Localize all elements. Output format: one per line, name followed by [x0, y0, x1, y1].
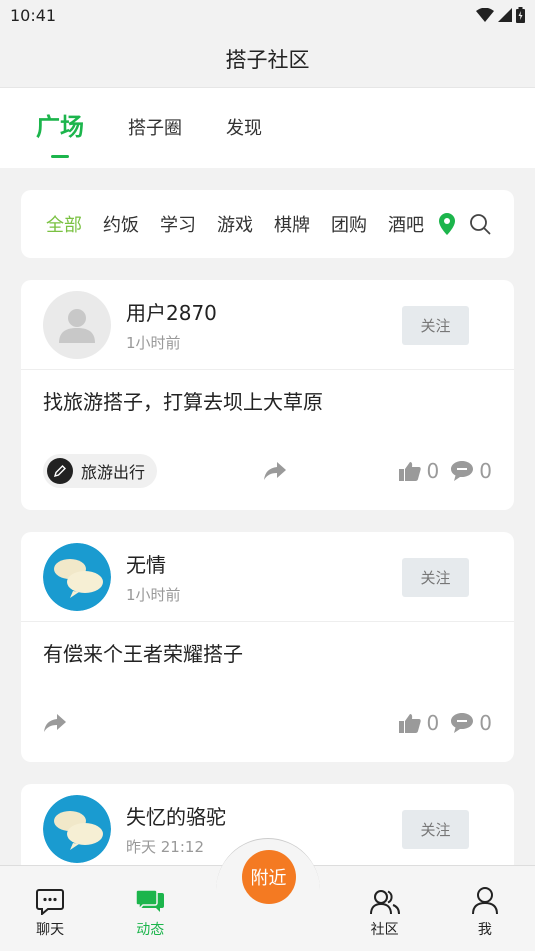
status-bar: 10:41 — [0, 0, 535, 30]
app-bar: 搭子社区 — [0, 30, 535, 88]
follow-button[interactable]: 关注 — [402, 306, 469, 345]
user-meta: 失忆的骆驼 昨天 21:12 — [126, 801, 226, 857]
post-tag[interactable]: 旅游出行 — [43, 454, 158, 488]
post-header: 无情 1小时前 关注 — [21, 532, 514, 622]
chat-icon — [36, 889, 65, 915]
comment-icon[interactable] — [451, 461, 474, 481]
category-study[interactable]: 学习 — [160, 211, 196, 237]
user-name[interactable]: 无情 — [126, 549, 181, 578]
chat-bubble-avatar-icon — [43, 542, 111, 611]
status-time: 10:41 — [10, 5, 57, 25]
post-tag-label: 旅游出行 — [81, 463, 146, 482]
post-header: 用户2870 1小时前 关注 — [21, 280, 514, 370]
like-count: 0 — [426, 711, 440, 735]
tab-partner-circle[interactable]: 搭子圈 — [128, 114, 182, 168]
nav-moments[interactable]: 动态 — [115, 889, 185, 939]
top-tabs: 广场 搭子圈 发现 — [0, 88, 535, 168]
profile-icon — [471, 887, 498, 915]
post-content: 找旅游搭子，打算去坝上大草原 — [43, 390, 323, 414]
bottom-nav: 聊天 动态 社区 我 附近 — [0, 838, 535, 951]
user-meta: 无情 1小时前 — [126, 549, 181, 605]
category-games[interactable]: 游戏 — [217, 211, 253, 237]
category-list: 全部 约饭 学习 游戏 棋牌 团购 酒吧 — [46, 211, 431, 237]
nav-chat-label: 聊天 — [36, 922, 65, 938]
like-icon[interactable] — [398, 713, 421, 733]
nav-community-label: 社区 — [370, 922, 399, 938]
like-icon[interactable] — [398, 461, 421, 481]
post-card[interactable]: 用户2870 1小时前 关注 找旅游搭子，打算去坝上大草原 旅游出行 0 0 — [21, 280, 514, 510]
post-stats: 0 0 — [398, 459, 492, 483]
avatar[interactable] — [43, 290, 111, 359]
user-name[interactable]: 失忆的骆驼 — [126, 801, 226, 830]
follow-button[interactable]: 关注 — [402, 558, 469, 597]
category-dining[interactable]: 约饭 — [103, 211, 139, 237]
nav-community[interactable]: 社区 — [350, 889, 420, 939]
status-icons — [476, 7, 525, 23]
page-title: 搭子社区 — [225, 47, 310, 72]
category-group-buy[interactable]: 团购 — [331, 211, 367, 237]
tab-square[interactable]: 广场 — [36, 107, 84, 168]
post-time: 1小时前 — [126, 585, 181, 604]
like-count: 0 — [426, 459, 440, 483]
nav-nearby[interactable]: 附近 — [215, 838, 320, 942]
category-all[interactable]: 全部 — [46, 211, 82, 237]
user-name[interactable]: 用户2870 — [126, 297, 217, 326]
tab-discover[interactable]: 发现 — [226, 114, 262, 168]
default-avatar-icon — [59, 308, 95, 343]
post-stats: 0 0 — [398, 711, 492, 735]
nav-profile-label: 我 — [477, 922, 492, 938]
post-footer: 0 0 — [21, 684, 514, 762]
comment-icon[interactable] — [451, 713, 474, 733]
pencil-icon — [47, 458, 73, 484]
community-icon — [369, 890, 400, 915]
user-meta: 用户2870 1小时前 — [126, 297, 217, 353]
post-footer: 旅游出行 0 0 — [21, 432, 514, 510]
comment-count: 0 — [479, 711, 492, 735]
nearby-button[interactable]: 附近 — [241, 850, 296, 904]
comment-count: 0 — [479, 459, 492, 483]
feed: 全部 约饭 学习 游戏 棋牌 团购 酒吧 用户2870 1小时前 关注 找旅游搭… — [0, 168, 535, 874]
nav-moments-label: 动态 — [136, 922, 165, 938]
nav-profile[interactable]: 我 — [450, 887, 520, 939]
moments-icon — [135, 889, 165, 912]
nav-chat[interactable]: 聊天 — [15, 889, 85, 939]
filter-actions — [439, 213, 491, 235]
avatar[interactable] — [43, 794, 111, 863]
search-icon[interactable] — [469, 213, 491, 235]
post-content: 有偿来个王者荣耀搭子 — [43, 642, 243, 666]
category-bar[interactable]: 酒吧 — [388, 211, 424, 237]
post-time: 1小时前 — [126, 333, 181, 352]
share-icon[interactable] — [263, 460, 287, 482]
post-card[interactable]: 无情 1小时前 关注 有偿来个王者荣耀搭子 0 0 — [21, 532, 514, 762]
share-icon[interactable] — [43, 712, 67, 734]
follow-button[interactable]: 关注 — [402, 810, 469, 849]
location-pin-icon[interactable] — [439, 213, 455, 235]
signal-icon — [498, 8, 512, 22]
category-filter-bar: 全部 约饭 学习 游戏 棋牌 团购 酒吧 — [21, 190, 514, 258]
battery-icon — [516, 7, 525, 23]
post-time: 昨天 21:12 — [126, 837, 204, 856]
chat-bubble-avatar-icon — [43, 794, 111, 863]
wifi-icon — [476, 8, 494, 22]
avatar[interactable] — [43, 542, 111, 611]
category-board-games[interactable]: 棋牌 — [274, 211, 310, 237]
